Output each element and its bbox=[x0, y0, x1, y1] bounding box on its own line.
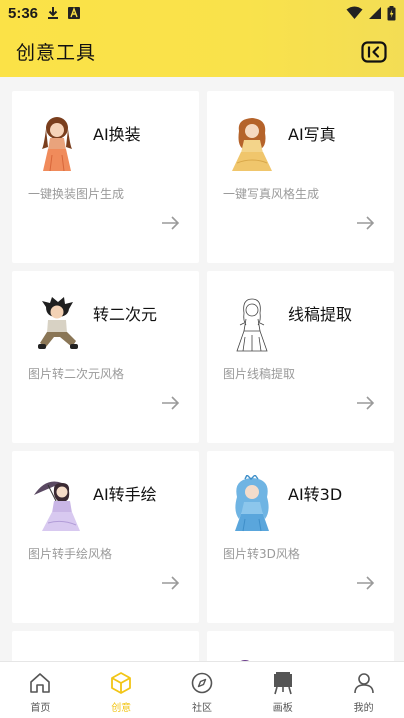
tab-label: 画板 bbox=[272, 703, 293, 714]
card-description: 图片转3D风格 bbox=[223, 547, 300, 561]
tool-card-to-anime[interactable]: 转二次元 图片转二次元风格 bbox=[12, 271, 199, 443]
card-title: 线稿提取 bbox=[288, 305, 353, 324]
card-description: 一键写真风格生成 bbox=[223, 187, 320, 201]
tools-content: AI换装 一键换装图片生成 AI写真 一键写真风格生成 转二次元 图片转二次元风… bbox=[0, 77, 404, 661]
partial-illustration bbox=[240, 660, 250, 661]
tool-card-partial-left[interactable] bbox=[12, 631, 199, 661]
card-title: AI写真 bbox=[288, 125, 336, 144]
card-description: 图片转手绘风格 bbox=[28, 547, 113, 561]
tab-mine[interactable]: 我的 bbox=[323, 662, 404, 714]
tools-grid: AI换装 一键换装图片生成 AI写真 一键写真风格生成 转二次元 图片转二次元风… bbox=[12, 91, 394, 661]
tool-card-to-3d[interactable]: AI转3D 图片转3D风格 bbox=[207, 451, 394, 623]
tab-canvas[interactable]: 画板 bbox=[242, 662, 323, 714]
app-header: 5:36 创意工具 bbox=[0, 0, 404, 77]
card-description: 图片转二次元风格 bbox=[28, 367, 125, 381]
arrow-right-icon bbox=[162, 576, 180, 590]
card-title: AI转手绘 bbox=[93, 485, 157, 504]
download-icon bbox=[48, 7, 59, 19]
home-icon bbox=[30, 673, 51, 693]
anime-boy-illustration bbox=[38, 297, 78, 349]
wifi-icon bbox=[346, 6, 363, 19]
tab-label: 首页 bbox=[30, 703, 51, 714]
tool-card-ai-portrait[interactable]: AI写真 一键写真风格生成 bbox=[207, 91, 394, 263]
tab-creative[interactable]: 创意 bbox=[81, 662, 162, 714]
arrow-right-icon bbox=[162, 216, 180, 230]
card-description: 一键换装图片生成 bbox=[28, 187, 125, 201]
tool-card-ai-outfit[interactable]: AI换装 一键换装图片生成 bbox=[12, 91, 199, 263]
card-title: AI转3D bbox=[288, 485, 343, 504]
font-app-icon bbox=[68, 7, 81, 19]
arrow-right-icon bbox=[357, 576, 375, 590]
arrow-right-icon bbox=[357, 216, 375, 230]
arrow-right-icon bbox=[162, 396, 180, 410]
tab-label: 社区 bbox=[191, 703, 212, 714]
person-icon bbox=[353, 673, 374, 694]
page-title: 创意工具 bbox=[16, 42, 97, 64]
tab-label: 创意 bbox=[111, 703, 132, 714]
battery-icon bbox=[387, 5, 396, 20]
status-bar: 5:36 bbox=[0, 0, 404, 26]
cube-icon bbox=[111, 672, 132, 694]
card-title: 转二次元 bbox=[93, 305, 158, 324]
signal-icon bbox=[369, 7, 381, 19]
line-art-girl-illustration bbox=[236, 298, 268, 352]
tool-card-line-art[interactable]: 线稿提取 图片线稿提取 bbox=[207, 271, 394, 443]
bottom-tab-bar: 首页 创意 社区 画板 我的 bbox=[0, 661, 404, 718]
title-bar: 创意工具 bbox=[0, 26, 404, 77]
compass-icon bbox=[191, 672, 213, 694]
tab-label: 我的 bbox=[353, 703, 374, 714]
collapse-left-icon bbox=[361, 40, 387, 63]
easel-icon bbox=[273, 672, 292, 695]
blue-hair-girl-illustration bbox=[235, 475, 269, 532]
tool-card-hand-drawn[interactable]: AI转手绘 图片转手绘风格 bbox=[12, 451, 199, 623]
card-title: AI换装 bbox=[93, 125, 141, 144]
tool-card-partial-right[interactable] bbox=[207, 631, 394, 661]
tab-home[interactable]: 首页 bbox=[0, 662, 81, 714]
arrow-right-icon bbox=[357, 396, 375, 410]
fashion-girl-illustration bbox=[42, 117, 72, 172]
parasol-girl-illustration bbox=[34, 481, 80, 531]
partial-illustration bbox=[12, 631, 199, 661]
card-description: 图片线稿提取 bbox=[223, 367, 296, 381]
status-time: 5:36 bbox=[8, 4, 39, 22]
collapse-button[interactable] bbox=[360, 38, 388, 66]
tab-community[interactable]: 社区 bbox=[162, 662, 243, 714]
portrait-girl-illustration bbox=[232, 118, 272, 171]
